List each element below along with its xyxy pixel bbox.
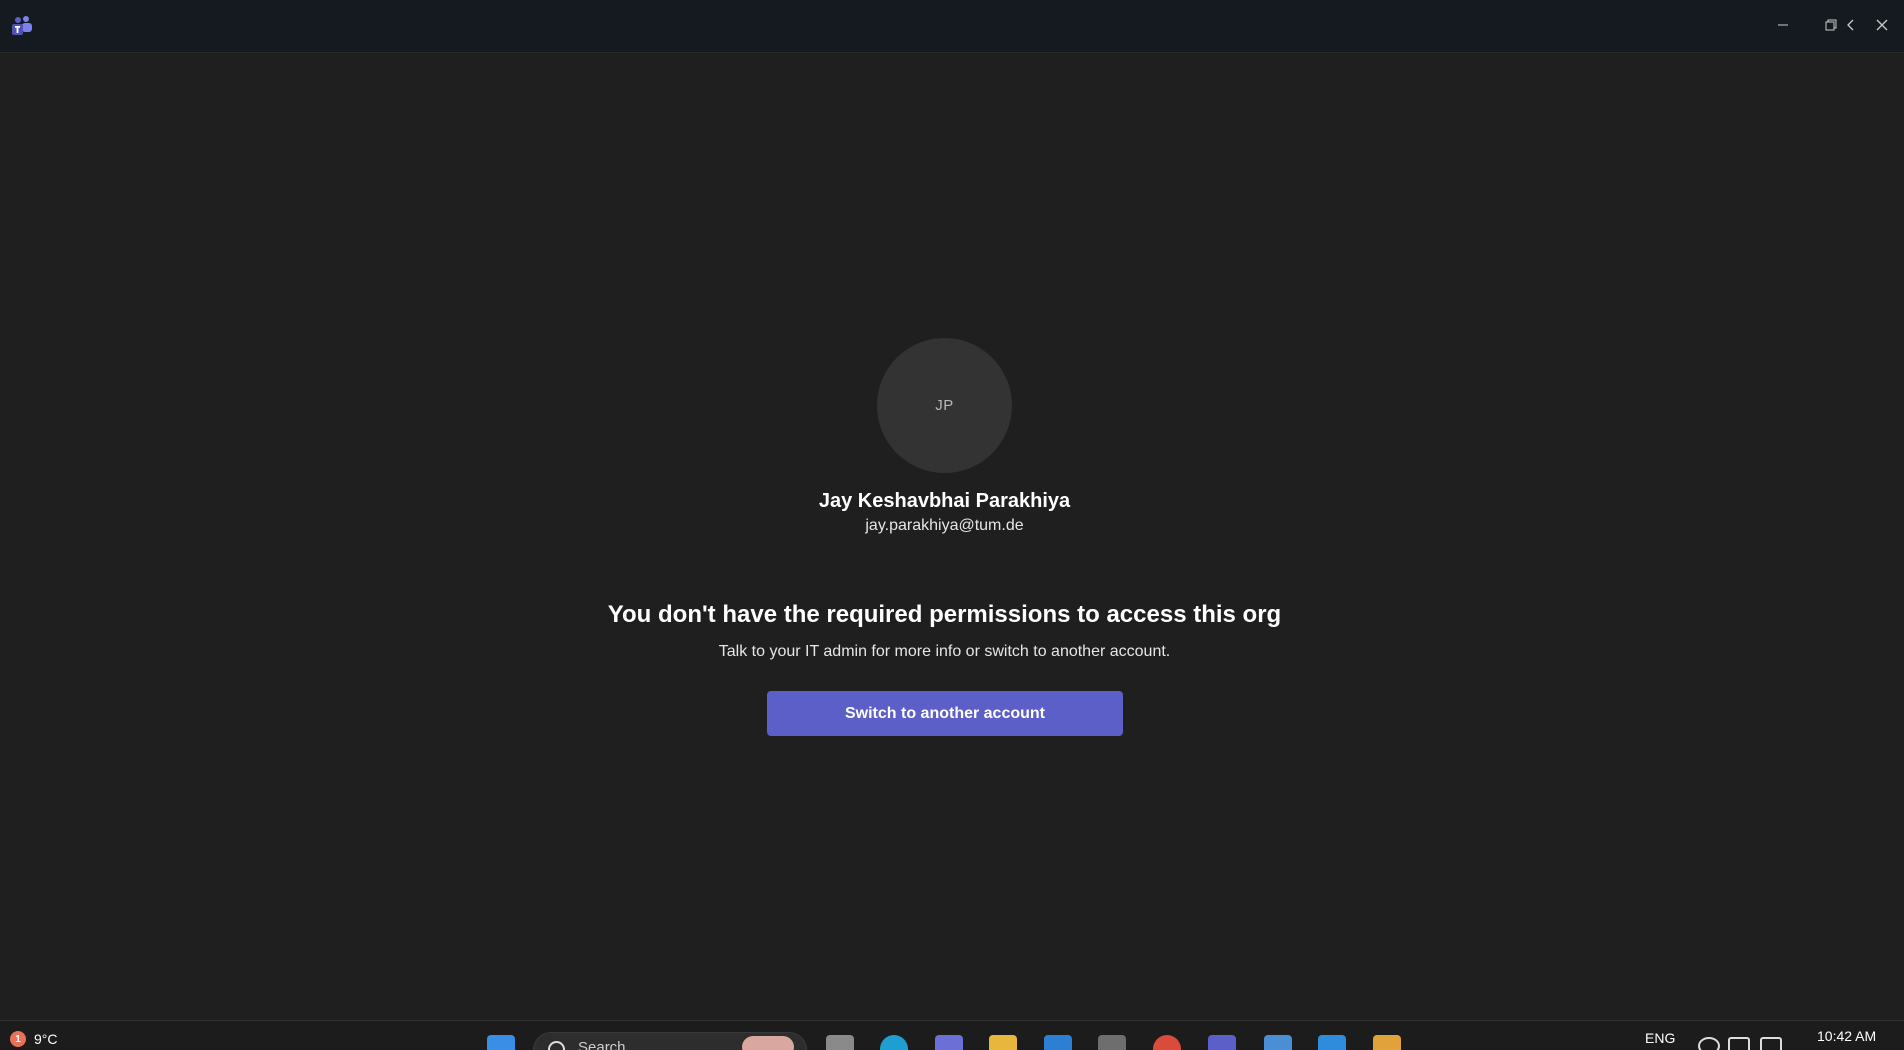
security-icon[interactable] bbox=[1098, 1035, 1126, 1050]
account-email: jay.parakhiya@tum.de bbox=[865, 517, 1024, 534]
restore-icon[interactable] bbox=[1820, 14, 1842, 36]
chrome-icon[interactable] bbox=[1153, 1035, 1181, 1050]
taskbar: 1 9°C Search ENG 10:42 AM bbox=[0, 1020, 1904, 1050]
battery-icon[interactable] bbox=[1760, 1037, 1782, 1050]
launcher-icon[interactable] bbox=[1373, 1035, 1401, 1050]
close-icon[interactable] bbox=[1871, 14, 1893, 36]
weather-badge: 1 bbox=[10, 1031, 26, 1047]
title-bar bbox=[0, 0, 1904, 53]
account-name: Jay Keshavbhai Parakhiya bbox=[818, 490, 1071, 512]
minimize-icon[interactable] bbox=[1772, 14, 1794, 36]
start-icon[interactable] bbox=[487, 1035, 515, 1050]
search-input[interactable]: Search bbox=[533, 1032, 807, 1050]
vscode-icon[interactable] bbox=[1318, 1035, 1346, 1050]
switch-account-button[interactable]: Switch to another account bbox=[767, 691, 1123, 736]
main-content bbox=[0, 52, 1904, 1020]
permission-subtext: Talk to your IT admin for more info or s… bbox=[718, 643, 1171, 660]
notepad-icon[interactable] bbox=[1264, 1035, 1292, 1050]
search-highlight-icon bbox=[742, 1036, 794, 1050]
language-indicator[interactable]: ENG bbox=[1645, 1030, 1675, 1046]
store-icon[interactable] bbox=[1044, 1035, 1072, 1050]
avatar-circle: JP bbox=[877, 338, 1012, 473]
avatar-initials-text: JP bbox=[935, 397, 954, 414]
volume-icon[interactable] bbox=[1728, 1037, 1750, 1050]
back-icon[interactable] bbox=[1840, 14, 1862, 36]
permission-heading: You don't have the required permissions … bbox=[607, 601, 1282, 628]
teams-icon bbox=[11, 14, 35, 38]
teams-taskbar-icon[interactable] bbox=[935, 1035, 963, 1050]
file-explorer-icon[interactable] bbox=[989, 1035, 1017, 1050]
edge-icon[interactable] bbox=[880, 1035, 908, 1050]
file-icon[interactable] bbox=[826, 1035, 854, 1050]
clock[interactable]: 10:42 AM bbox=[1817, 1028, 1876, 1044]
wifi-icon[interactable] bbox=[1698, 1037, 1720, 1050]
teams-alert-icon[interactable] bbox=[1208, 1035, 1236, 1050]
search-placeholder: Search bbox=[578, 1039, 626, 1050]
weather-temperature: 9°C bbox=[34, 1031, 58, 1047]
weather-widget[interactable]: 1 9°C bbox=[10, 1031, 58, 1047]
